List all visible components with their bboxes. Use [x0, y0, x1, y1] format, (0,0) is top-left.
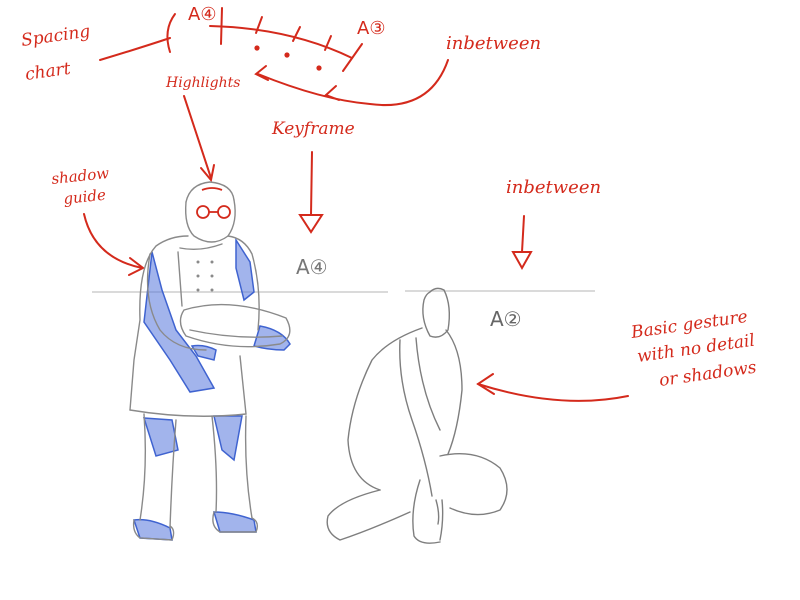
horizon-lines: [92, 290, 595, 293]
keyframe-character: [129, 181, 291, 541]
spacing-chart-label-line2: chart: [24, 59, 72, 85]
shadow-guide-label-line1: shadow: [51, 164, 110, 188]
keyframe-pencil-lines: [129, 181, 291, 541]
spacing-chart-bracket-left: [166, 13, 176, 53]
gesture-note-arrow: [476, 373, 629, 402]
spacing-dot-2: [284, 52, 290, 58]
spacing-dot-1: [254, 45, 260, 51]
spacing-tick-start: [220, 7, 223, 45]
spacing-start-key: A④: [188, 4, 216, 25]
keyframe-drawing-key: A④: [296, 255, 328, 279]
inbetween-curve-arrow: [257, 59, 449, 106]
gesture-note-line3: or shadows: [658, 357, 758, 390]
inbetween-mid-label: inbetween: [506, 177, 601, 198]
spacing-label-connector: [99, 37, 171, 61]
spacing-end-key: A③: [357, 18, 385, 39]
spacing-dot-3: [316, 65, 322, 71]
keyframe-label: Keyframe: [271, 119, 355, 139]
spacing-chart-arc: [209, 25, 353, 59]
spacing-tick-end: [342, 43, 363, 72]
inbetween-drawing-key: A②: [490, 307, 522, 331]
shadow-guide-label-line2: guide: [63, 186, 107, 208]
spacing-chart-label-line1: Spacing: [20, 21, 92, 50]
inbetween-top-label: inbetween: [446, 33, 541, 54]
keyframe-shadow-guide: [132, 237, 291, 541]
spacing-chart: [99, 7, 449, 106]
shadow-guide-arrow: [83, 213, 145, 276]
inbetween-mid-arrow: [511, 215, 533, 271]
keyframe-arrow: [298, 151, 324, 234]
inbetween-character: [326, 287, 508, 544]
highlights-arrow: [183, 95, 215, 183]
storyboard-sheet: Spacing chart A④ A③ Highlights inbetween…: [20, 4, 758, 544]
keyframe-glasses-highlight: [196, 187, 231, 219]
highlights-label: Highlights: [165, 75, 240, 91]
